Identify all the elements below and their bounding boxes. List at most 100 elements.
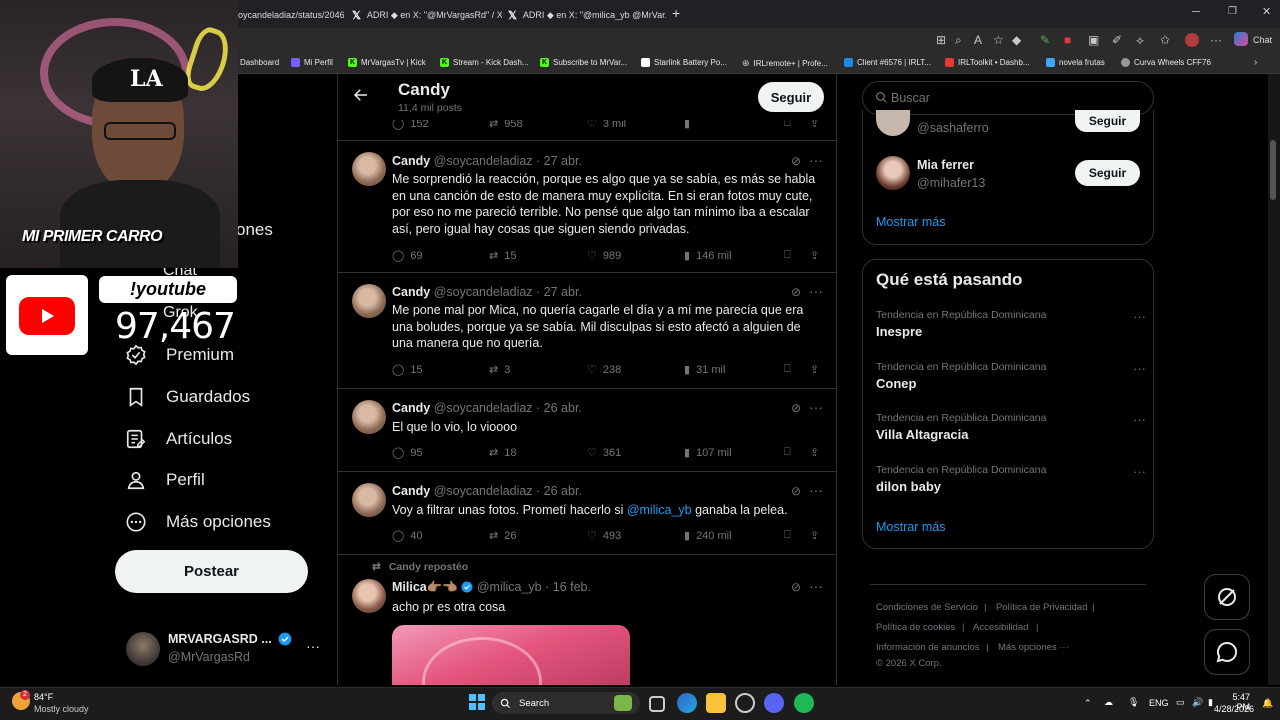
tweet-date[interactable]: · 16 feb. [545,580,591,594]
bookmark-item[interactable]: Client #6576 | IRLT... [844,58,931,67]
more-dots-icon[interactable]: ··· [809,399,823,415]
grok-icon[interactable]: ⊘ [791,484,801,498]
read-aloud-icon[interactable]: A [974,33,982,47]
more-dots-icon[interactable]: ··· [809,482,823,498]
app-available-icon[interactable]: ⊞ [936,33,946,47]
reply-action[interactable]: ◯ 69 [392,249,423,263]
nav-item-mas-opciones[interactable]: Más opciones [124,506,271,538]
more-dots-icon[interactable]: ··· [1133,412,1146,427]
notification-bell-icon[interactable]: 🔔 [1262,698,1273,709]
more-dots-icon[interactable]: ··· [1133,309,1146,324]
bookmark-item[interactable]: Mi Perfil [291,58,333,67]
footer-cookies-link[interactable]: Política de cookies [876,622,955,633]
share-action[interactable]: ⇪ [810,363,819,376]
bookmark-item[interactable]: K MrVargasTv | Kick [348,58,426,67]
author-handle[interactable]: @soycandeladiaz [434,484,533,498]
profile-avatar[interactable] [1185,33,1199,47]
author-handle[interactable]: @soycandeladiaz [434,154,533,168]
maximize-icon[interactable]: ❐ [1228,6,1237,17]
tab-status[interactable]: oycandeladiaz/status/2046 ✕ [238,4,344,26]
like-action[interactable]: ♡ 238 [587,363,621,377]
trend-item[interactable]: Tendencia en República Dominicana Inespr… [876,309,1146,339]
new-tab-icon[interactable]: + [672,5,680,21]
extension-icon[interactable]: ✎ [1040,33,1050,47]
nav-item-perfil[interactable]: Perfil [124,464,205,496]
bookmark-item[interactable]: ⊕ IRLremote+ | Profe... [742,58,828,69]
more-dots-icon[interactable]: ··· [306,638,320,654]
tweet-media-image[interactable] [392,625,630,685]
scrollbar-thumb[interactable] [1270,140,1276,200]
author-name[interactable]: Candy [392,401,430,415]
task-view-icon[interactable] [649,696,665,712]
repost-action[interactable]: ⇄ 18 [489,446,516,460]
extension-icon[interactable]: ▣ [1088,33,1099,47]
volume-icon[interactable]: 🔊 [1192,697,1203,708]
follow-button[interactable]: Seguir [1075,160,1140,186]
tweet[interactable]: Candy @soycandeladiaz · 27 abr. ⊘ ··· Me… [338,141,836,273]
views-action[interactable]: ▮ 240 mil [684,529,732,543]
network-icon[interactable]: ▭ [1176,697,1185,708]
footer-terms-link[interactable]: Condiciones de Servicio [876,602,978,613]
app-icon[interactable] [735,693,755,713]
copilot-icon[interactable] [1234,32,1248,46]
share-action[interactable]: ⇪ [810,446,819,459]
author-handle[interactable]: @soycandeladiaz [434,285,533,299]
window-close-icon[interactable]: ✕ [1262,5,1271,18]
suggestion-handle[interactable]: @mihafer13 [917,176,985,190]
grok-icon[interactable]: ⊘ [791,154,801,168]
bookmark-item[interactable]: Starlink Battery Po... [641,58,727,67]
repost-action[interactable]: ⇄ 26 [489,529,516,543]
edge-browser-icon[interactable] [677,693,697,713]
file-explorer-icon[interactable] [706,693,726,713]
language-indicator[interactable]: ENG [1149,698,1169,708]
grok-fab[interactable] [1204,574,1250,620]
reply-action[interactable]: ◯ 40 [392,529,423,543]
bookmark-action[interactable]: ⎕ [784,249,791,262]
extension-icon[interactable]: ◆ [1012,33,1021,47]
nav-partial-label[interactable]: ones [236,220,273,240]
author-name[interactable]: Candy [392,484,430,498]
tweet-date[interactable]: · 27 abr. [536,154,582,168]
nav-item-guardados[interactable]: Guardados [124,381,250,413]
trend-item[interactable]: Tendencia en República Dominicana Villa … [876,412,1146,442]
bookmark-action[interactable]: ⎕ [784,446,791,459]
follow-button[interactable]: Seguir [1075,110,1140,132]
trend-item[interactable]: Tendencia en República Dominicana dilon … [876,464,1146,494]
tweet[interactable]: Candy @soycandeladiaz · 26 abr. ⊘ ··· Vo… [338,472,836,555]
more-dots-icon[interactable]: ··· [809,283,823,299]
author-handle[interactable]: @soycandeladiaz [434,401,533,415]
discord-icon[interactable] [764,693,784,713]
microphone-icon[interactable]: 🎙 [1128,697,1139,708]
minimize-icon[interactable]: ─ [1192,6,1200,18]
grok-icon[interactable]: ⊘ [791,285,801,299]
bookmark-action[interactable]: ⎕ [784,529,791,542]
suggestion-handle[interactable]: @sashaferro [917,121,989,135]
grok-icon[interactable]: ⊘ [791,401,801,415]
tweet[interactable]: Candy @soycandeladiaz · 27 abr. ⊘ ··· Me… [338,273,836,389]
reply-action[interactable]: ◯ 15 [392,363,423,377]
app-icon[interactable] [614,695,632,711]
repost-action[interactable]: ⇄ 3 [489,363,510,377]
extensions-puzzle-icon[interactable]: ⟡ [1136,33,1144,48]
views-action[interactable]: ▮ 31 mil [684,363,725,377]
share-action[interactable]: ⇪ [810,529,819,542]
tweet[interactable]: Candy @soycandeladiaz · 26 abr. ⊘ ··· El… [338,389,836,472]
tweet-date[interactable]: · 27 abr. [536,285,582,299]
views-action[interactable]: ▮ 146 mil [684,249,732,263]
zoom-icon[interactable]: ⌕ [955,33,962,48]
show-more-link[interactable]: Mostrar más [876,215,945,229]
bookmark-item[interactable]: K Stream - Kick Dash... [440,58,529,67]
more-dots-icon[interactable]: ··· [1133,361,1146,376]
footer-more-link[interactable]: Más opciones ··· [998,642,1069,653]
extension-icon[interactable]: ✐ [1112,33,1122,47]
repost-action[interactable]: ⇄ 15 [489,249,516,263]
more-dots-icon[interactable]: ··· [809,152,823,168]
follow-button[interactable]: Seguir [758,82,824,112]
tray-chevron-up-icon[interactable]: ⌃ [1084,698,1092,709]
weather-desc[interactable]: Mostly cloudy [34,704,89,714]
tab-milica[interactable]: 𝕏 ADRI ◆ en X: "@milica_yb @MrVar... ✕ [508,4,666,26]
share-action[interactable]: ⇪ [810,249,819,262]
author-handle[interactable]: @milica_yb [477,580,542,594]
grok-icon[interactable]: ⊘ [791,580,801,594]
windows-start-icon[interactable] [469,694,485,710]
